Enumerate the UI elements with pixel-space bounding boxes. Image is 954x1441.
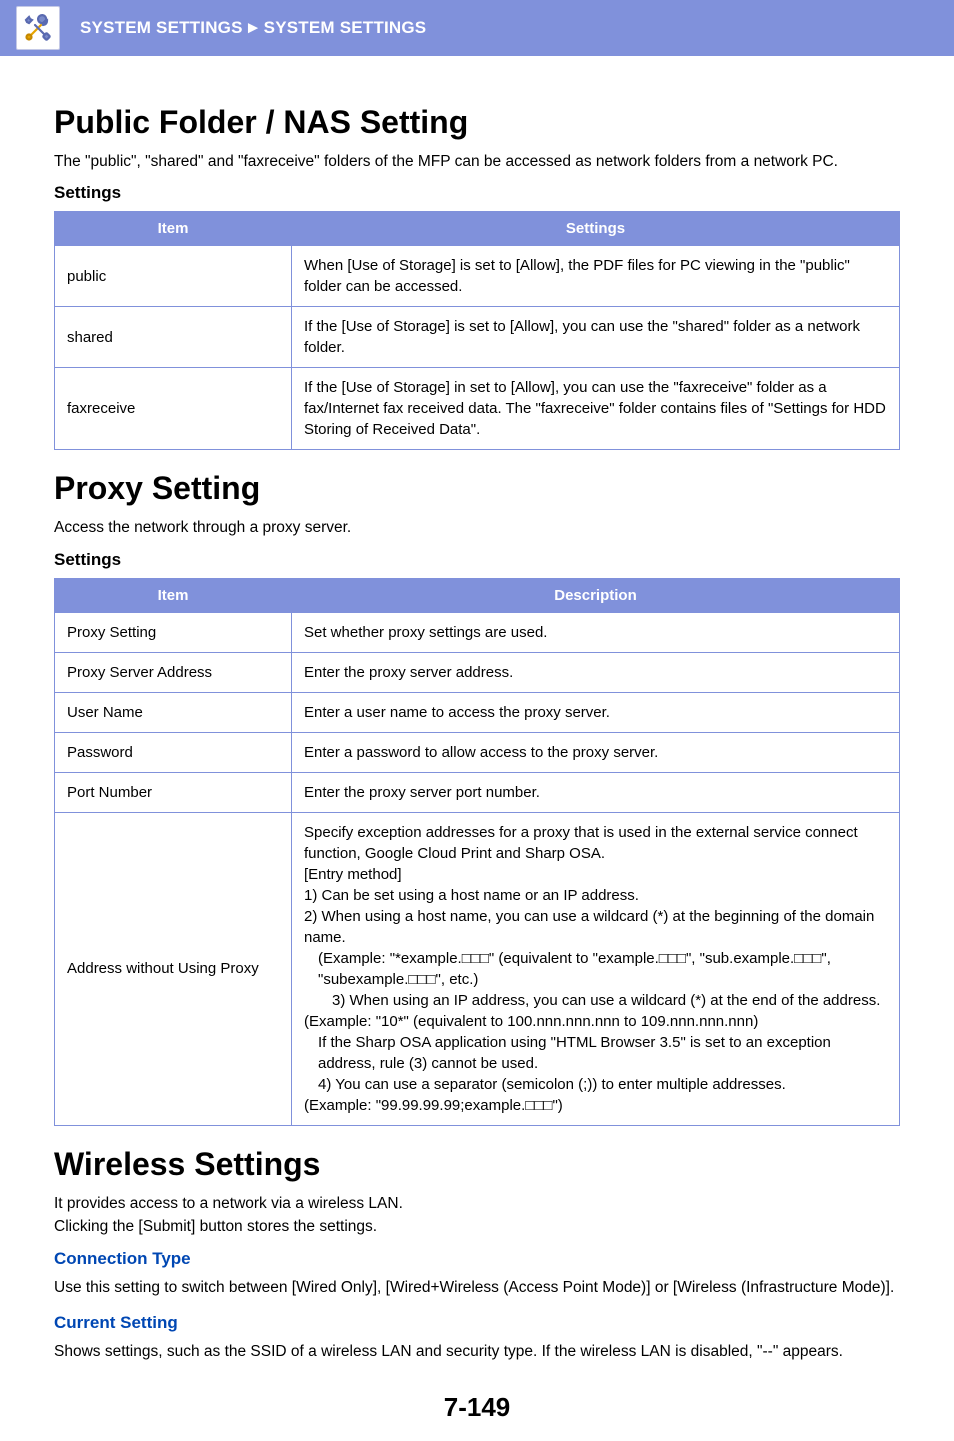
desc-line: (Example: "10*" (equivalent to 100.nnn.n… [304,1011,887,1032]
desc-line: (Example: "99.99.99.99;example.□□□") [304,1095,887,1116]
table-header-row: Item Description [55,578,900,612]
cell-item: Proxy Server Address [55,652,292,692]
cell-desc: Set whether proxy settings are used. [292,612,900,652]
table-header-row: Item Settings [55,212,900,246]
cell-desc: Enter a password to allow access to the … [292,732,900,772]
th-item: Item [55,578,292,612]
th-description: Description [292,578,900,612]
cell-desc: When [Use of Storage] is set to [Allow],… [292,246,900,307]
section2-intro: Access the network through a proxy serve… [54,517,900,539]
table-row: Password Enter a password to allow access… [55,732,900,772]
cell-item: User Name [55,692,292,732]
section1-intro: The "public", "shared" and "faxreceive" … [54,151,900,173]
table-row: Port Number Enter the proxy server port n… [55,772,900,812]
section-title-public-folder: Public Folder / NAS Setting [54,104,900,141]
cell-desc: Enter a user name to access the proxy se… [292,692,900,732]
section-title-proxy: Proxy Setting [54,470,900,507]
table-row: shared If the [Use of Storage] is set to… [55,307,900,368]
table-row: Address without Using Proxy Specify excep… [55,812,900,1125]
section1-subhead: Settings [54,183,900,203]
desc-line: [Entry method] [304,864,887,885]
cell-item: shared [55,307,292,368]
subhead-current-setting: Current Setting [54,1313,900,1333]
desc-line: 1) Can be set using a host name or an IP… [304,885,887,906]
table-row: User Name Enter a user name to access the… [55,692,900,732]
table-proxy: Item Description Proxy Setting Set whethe… [54,578,900,1126]
subhead-connection-type: Connection Type [54,1249,900,1269]
section3-intro1: It provides access to a network via a wi… [54,1193,900,1215]
desc-line: 3) When using an IP address, you can use… [304,990,887,1011]
cell-item: Port Number [55,772,292,812]
cell-item: Proxy Setting [55,612,292,652]
cell-item: Address without Using Proxy [55,812,292,1125]
breadcrumb-separator-icon: ► [245,18,262,37]
cell-desc: If the [Use of Storage] is set to [Allow… [292,307,900,368]
connection-type-text: Use this setting to switch between [Wire… [54,1277,900,1299]
page-content: Public Folder / NAS Setting The "public"… [0,56,954,1423]
breadcrumb: SYSTEM SETTINGS►SYSTEM SETTINGS [80,18,426,38]
table-row: public When [Use of Storage] is set to [… [55,246,900,307]
breadcrumb-part-1[interactable]: SYSTEM SETTINGS [80,18,243,37]
cell-item: Password [55,732,292,772]
cell-item: public [55,246,292,307]
page-number: 7-149 [54,1392,900,1423]
th-item: Item [55,212,292,246]
breadcrumb-part-2[interactable]: SYSTEM SETTINGS [264,18,427,37]
desc-line: (Example: "*example.□□□" (equivalent to … [304,948,887,990]
desc-line: Enter a user name to access the proxy se… [304,702,887,723]
th-settings: Settings [292,212,900,246]
desc-line: If the Sharp OSA application using "HTML… [304,1032,887,1074]
section-title-wireless: Wireless Settings [54,1146,900,1183]
desc-line: 4) You can use a separator (semicolon (;… [304,1074,887,1095]
section2-subhead: Settings [54,550,900,570]
table-row: Proxy Server Address Enter the proxy serv… [55,652,900,692]
section3-intro2: Clicking the [Submit] button stores the … [54,1216,900,1238]
desc-line: Enter the proxy server address. [304,662,887,683]
cell-item: faxreceive [55,368,292,450]
header-bar: SYSTEM SETTINGS►SYSTEM SETTINGS [0,0,954,56]
current-setting-text: Shows settings, such as the SSID of a wi… [54,1341,900,1363]
desc-line: 2) When using a host name, you can use a… [304,906,887,948]
cell-desc: Enter the proxy server address. [292,652,900,692]
tools-icon [16,6,60,50]
table-row: faxreceive If the [Use of Storage] in se… [55,368,900,450]
cell-desc: If the [Use of Storage] in set to [Allow… [292,368,900,450]
desc-line: Specify exception addresses for a proxy … [304,822,887,864]
desc-line: Enter the proxy server port number. [304,782,887,803]
desc-line: Enter a password to allow access to the … [304,742,887,763]
cell-desc: Enter the proxy server port number. [292,772,900,812]
cell-desc: Specify exception addresses for a proxy … [292,812,900,1125]
table-public-folder: Item Settings public When [Use of Storag… [54,211,900,450]
desc-line: Set whether proxy settings are used. [304,622,887,643]
table-row: Proxy Setting Set whether proxy settings … [55,612,900,652]
